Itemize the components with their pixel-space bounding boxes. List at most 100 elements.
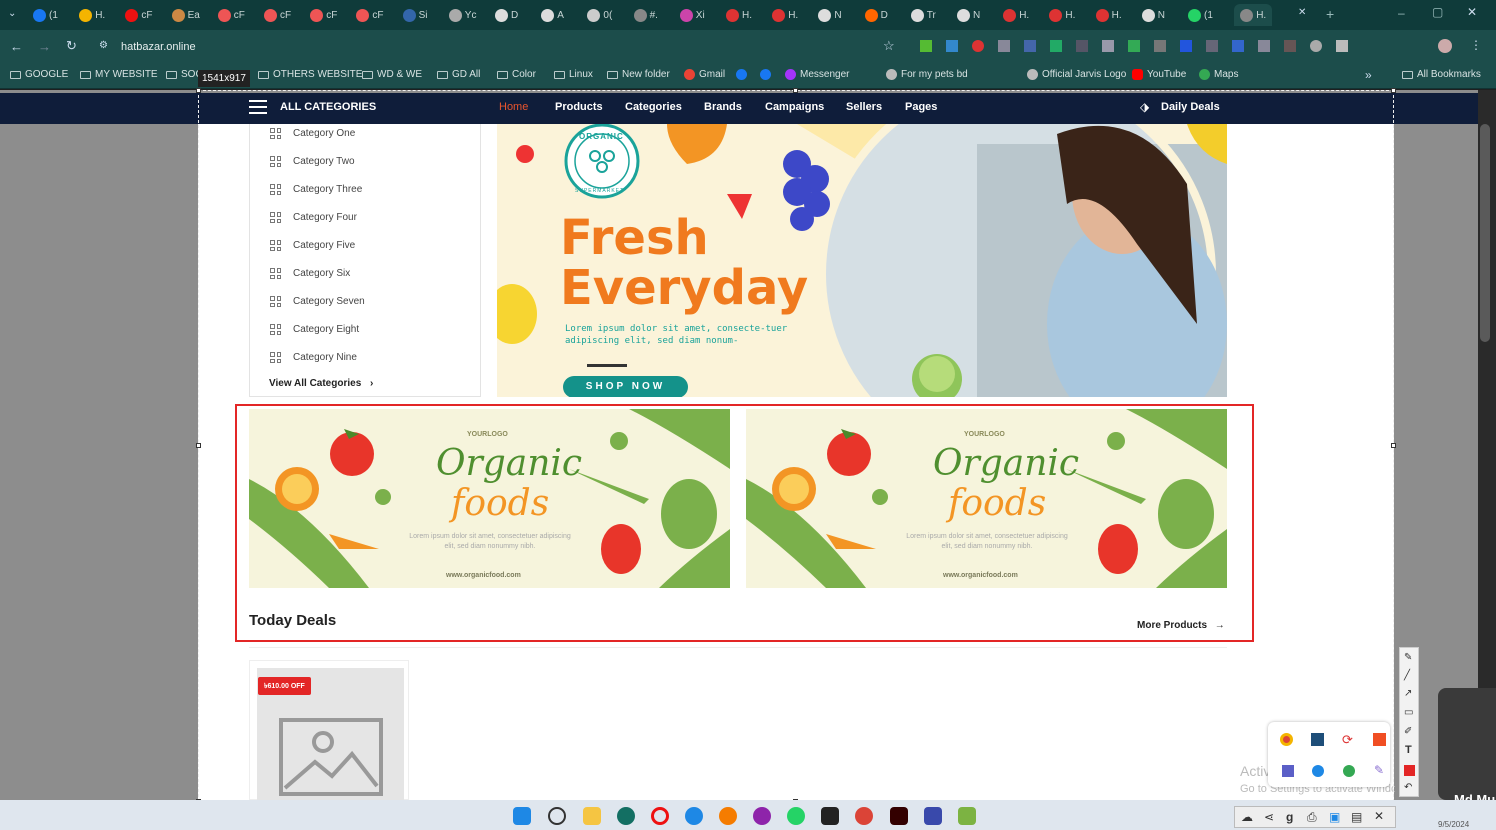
chrome-icon[interactable] [855, 807, 873, 825]
browser-tab[interactable]: Tr [910, 4, 936, 26]
share-icon[interactable]: ⋖ [1264, 810, 1274, 824]
upload-icon[interactable]: ☁ [1241, 810, 1253, 824]
taskbar-app-icon[interactable] [958, 807, 976, 825]
url-field[interactable]: hatbazar.online [121, 41, 196, 53]
taskbar-app-icon[interactable] [821, 807, 839, 825]
browser-tab[interactable]: H. [1095, 4, 1122, 26]
browser-tab[interactable]: H. [726, 4, 752, 26]
taskbar-app-icon[interactable] [753, 807, 771, 825]
forward-icon[interactable]: → [38, 39, 51, 54]
bookmark-item[interactable]: GD All [437, 69, 480, 80]
extension-icons[interactable] [920, 40, 1400, 54]
browser-tab[interactable]: H. [79, 4, 105, 26]
all-bookmarks-link[interactable]: All Bookmarks [1402, 69, 1481, 80]
bookmark-item[interactable]: Color [497, 69, 536, 80]
print-icon[interactable]: ⎙ [1307, 810, 1317, 825]
browser-tab[interactable]: A [541, 4, 564, 26]
bookmark-item[interactable]: Linux [554, 69, 593, 80]
browser-tab[interactable]: cF [264, 4, 291, 26]
scrollbar-thumb[interactable] [1480, 124, 1490, 342]
maximize-icon[interactable]: ▢ [1432, 5, 1443, 19]
file-explorer-icon[interactable] [583, 807, 601, 825]
browser-tab[interactable]: (1 [1188, 4, 1213, 26]
browser-tab[interactable]: D [495, 4, 518, 26]
notes-icon[interactable] [924, 807, 942, 825]
bookmark-item[interactable]: MY WEBSITE [80, 69, 158, 80]
opera-icon[interactable] [651, 807, 669, 825]
browser-tab[interactable]: N [818, 4, 842, 26]
browser-tab[interactable]: #. [633, 4, 658, 26]
marker-icon[interactable]: ✐ [1404, 726, 1412, 737]
bookmark-item[interactable]: New folder [607, 69, 670, 80]
browser-tab[interactable]: cF [125, 4, 153, 26]
maps-app-icon[interactable] [1343, 765, 1355, 777]
resize-handle[interactable] [793, 88, 798, 93]
search-google-icon[interactable]: g [1286, 810, 1293, 824]
minimize-icon[interactable]: – [1398, 6, 1405, 20]
bookmark-item[interactable]: Official Jarvis Logo [1027, 69, 1126, 80]
bookmark-item[interactable]: Messenger [785, 69, 849, 80]
bookmark-item[interactable]: For my pets bd [886, 69, 968, 80]
undo-icon[interactable]: ↶ [1404, 782, 1412, 793]
resize-handle[interactable] [1391, 443, 1396, 448]
browser-tab[interactable]: Ea [171, 4, 200, 26]
browser-tab[interactable]: cF [217, 4, 245, 26]
browser-tab[interactable]: N [957, 4, 980, 26]
arrow-icon[interactable]: ↗ [1404, 688, 1412, 699]
browser-tab[interactable]: Si [402, 4, 428, 26]
start-menu-icon[interactable] [513, 807, 531, 825]
edge-app-icon[interactable] [1312, 765, 1324, 777]
taskbar-app-icon[interactable] [617, 807, 635, 825]
text-tool-icon[interactable]: T [1405, 744, 1412, 756]
screenshot-selection-frame[interactable] [198, 90, 1394, 802]
browser-tab[interactable]: H. [1049, 4, 1075, 26]
bookmark-item[interactable]: WD & WE [362, 69, 422, 80]
bookmark-item[interactable]: OTHERS WEBSITE [258, 69, 362, 80]
browser-tab[interactable]: (1 [33, 4, 58, 26]
browser-tab[interactable]: cF [310, 4, 337, 26]
save-icon[interactable]: ▤ [1351, 810, 1362, 824]
bookmarks-overflow[interactable]: » [1365, 68, 1372, 82]
teams-app-icon[interactable] [1282, 765, 1294, 777]
browser-tab[interactable]: Yc [448, 4, 476, 26]
bookmark-item[interactable]: YouTube [1132, 69, 1186, 80]
resize-handle[interactable] [1391, 88, 1396, 93]
browser-tab[interactable]: N [1141, 4, 1165, 26]
bookmark-facebook[interactable] [736, 69, 747, 80]
photos-app-icon[interactable] [1311, 733, 1324, 746]
edge-icon[interactable] [685, 807, 703, 825]
new-tab-icon[interactable]: + [1326, 6, 1334, 22]
firefox-icon[interactable] [719, 807, 737, 825]
taskbar-search-icon[interactable] [548, 807, 566, 825]
bookmark-item[interactable]: GOOGLE [10, 69, 68, 80]
close-tab-icon[interactable]: ✕ [1298, 7, 1306, 18]
cancel-icon[interactable]: ✕ [1374, 809, 1384, 823]
profile-avatar-icon[interactable] [1438, 39, 1452, 53]
illustrator-icon[interactable] [890, 807, 908, 825]
browser-tab[interactable]: H. [772, 4, 798, 26]
bookmark-item[interactable]: Maps [1199, 69, 1238, 80]
back-icon[interactable]: ← [10, 39, 23, 54]
whatsapp-icon[interactable] [787, 807, 805, 825]
line-icon[interactable]: ╱ [1404, 670, 1410, 681]
bookmark-star-icon[interactable]: ☆ [883, 38, 895, 54]
paint-app-icon[interactable]: ✎ [1374, 763, 1384, 777]
bookmark-item[interactable]: Gmail [684, 69, 725, 80]
pen-icon[interactable]: ✎ [1404, 652, 1412, 663]
browser-tab[interactable]: H. [1003, 4, 1029, 26]
tab-search-icon[interactable]: ⌄ [8, 8, 16, 19]
menu-kebab-icon[interactable]: ⋮ [1470, 38, 1482, 52]
browser-tab[interactable]: Xi [679, 4, 705, 26]
capture-app-icon[interactable] [1373, 733, 1386, 746]
browser-tab-active[interactable]: H. [1234, 4, 1273, 26]
bookmark-facebook[interactable] [760, 69, 771, 80]
browser-tab[interactable]: D [864, 4, 888, 26]
site-info-icon[interactable]: ⚙ [99, 40, 108, 51]
copy-icon[interactable]: ▣ [1329, 810, 1340, 824]
close-window-icon[interactable]: ✕ [1467, 5, 1477, 19]
chrome-app-icon[interactable] [1280, 733, 1293, 746]
browser-tab[interactable]: 0( [587, 4, 612, 26]
color-swatch[interactable] [1404, 765, 1415, 776]
rectangle-icon[interactable]: ▭ [1404, 707, 1413, 718]
browser-tab[interactable]: cF [356, 4, 384, 26]
